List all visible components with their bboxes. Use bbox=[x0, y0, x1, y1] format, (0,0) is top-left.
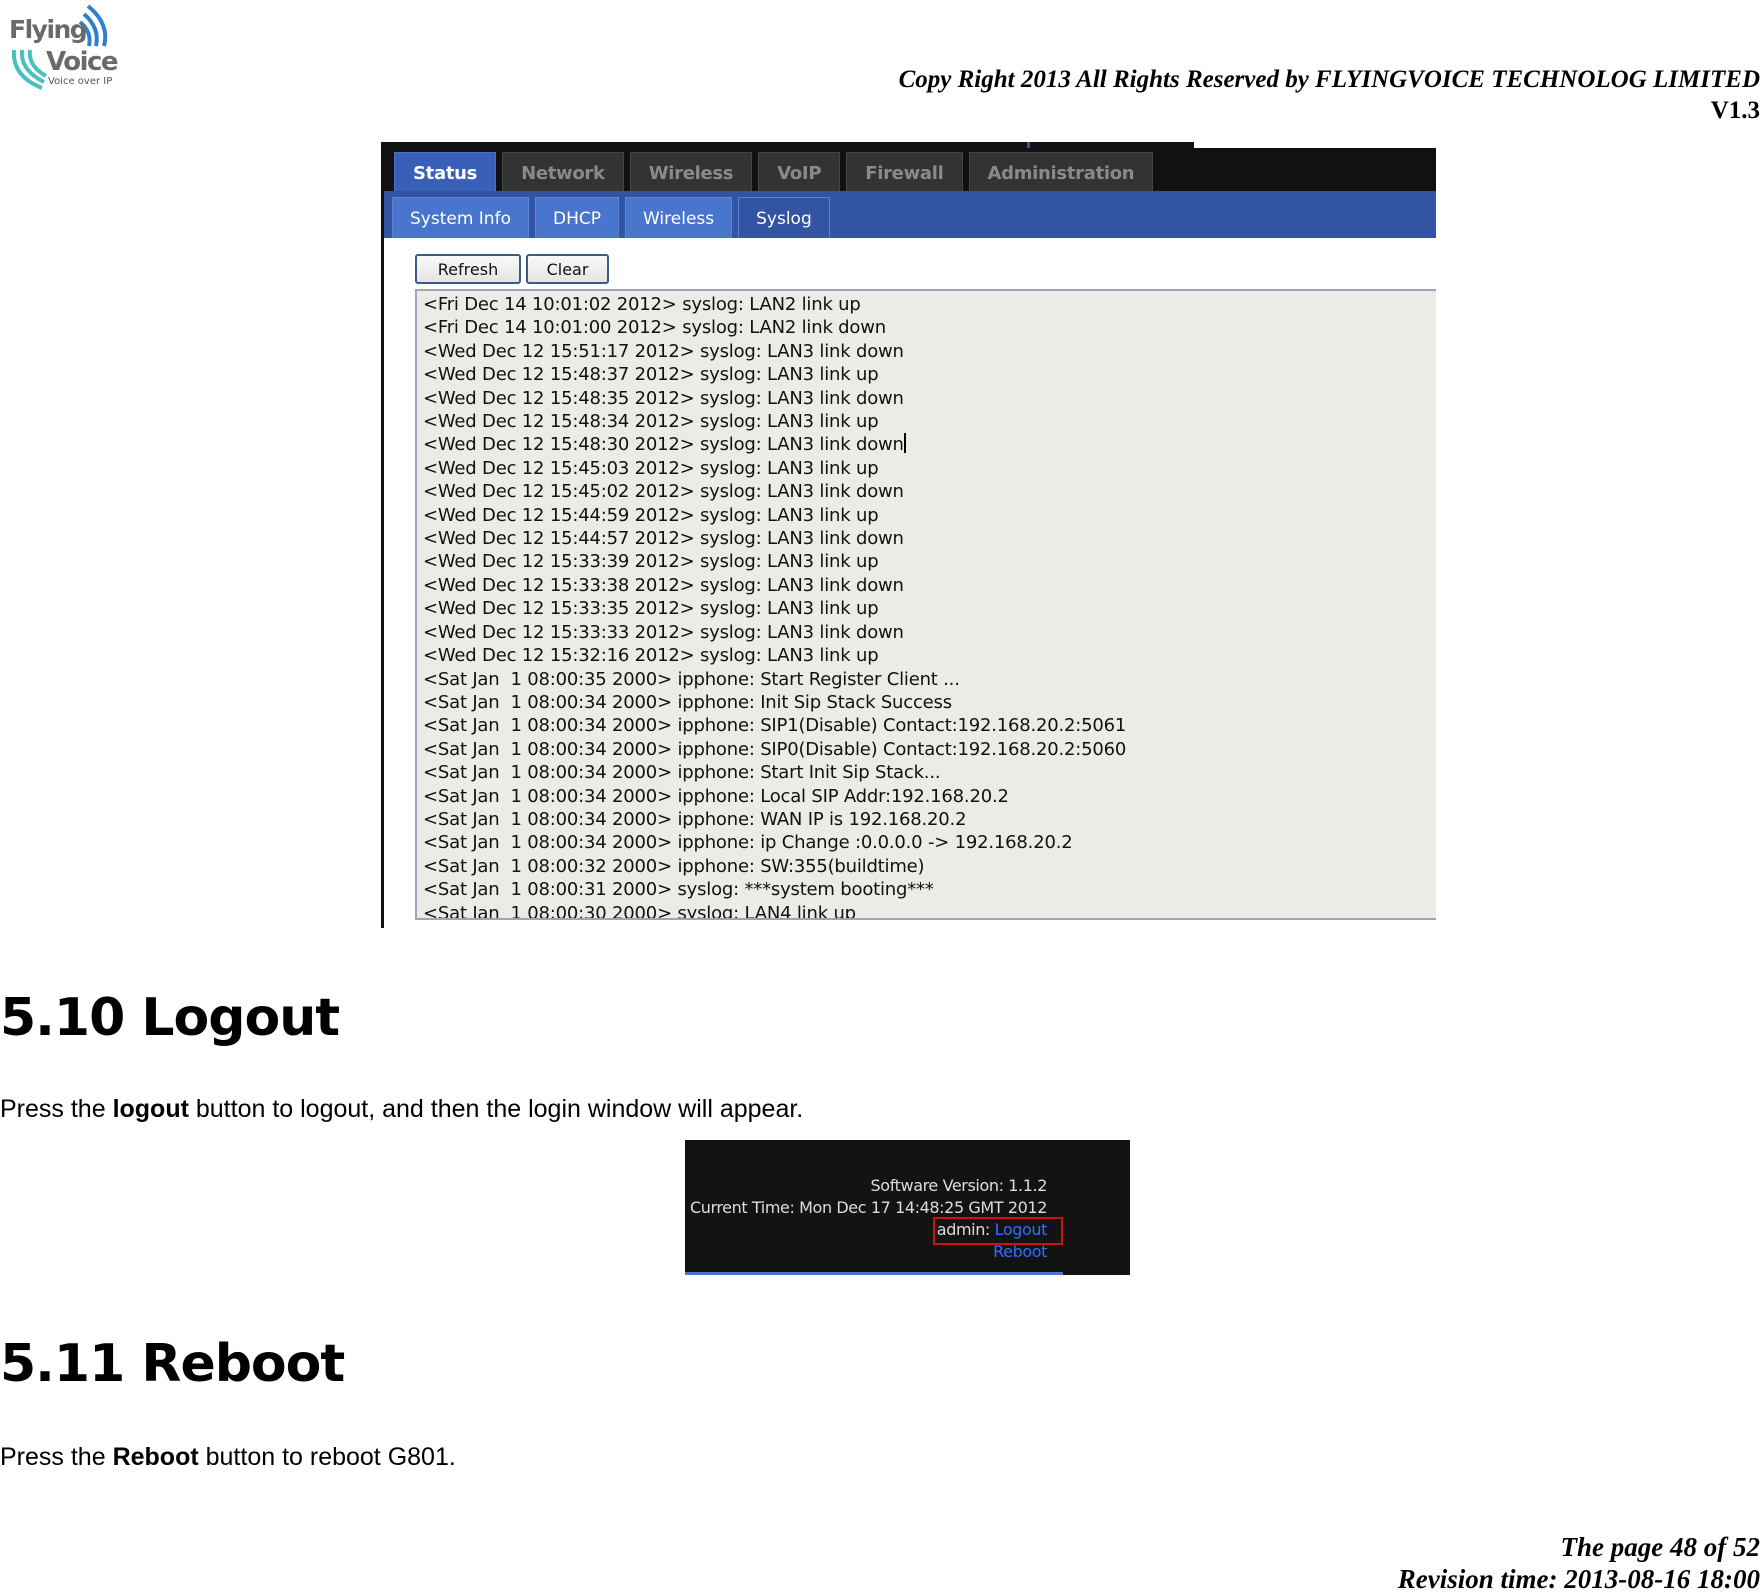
text: button to logout, and then the login win… bbox=[188, 1095, 804, 1123]
log-line: <Wed Dec 12 15:33:39 2012> syslog: LAN3 … bbox=[423, 551, 879, 573]
text: Press the bbox=[0, 1095, 113, 1123]
page-number: The page 48 of 52 bbox=[1560, 1532, 1760, 1562]
log-line: <Fri Dec 14 10:01:02 2012> syslog: LAN2 … bbox=[423, 294, 861, 315]
log-line: <Wed Dec 12 15:48:34 2012> syslog: LAN3 … bbox=[423, 411, 879, 433]
log-line: <Wed Dec 12 15:48:37 2012> syslog: LAN3 … bbox=[423, 364, 879, 386]
log-line: <Wed Dec 12 15:48:30 2012> syslog: LAN3 … bbox=[423, 433, 906, 456]
log-line: <Wed Dec 12 15:44:59 2012> syslog: LAN3 … bbox=[423, 504, 879, 526]
current-time: Current Time: Mon Dec 17 14:48:25 GMT 20… bbox=[689, 1198, 1047, 1217]
log-line: <Sat Jan 1 08:00:30 2000> syslog: LAN4 l… bbox=[423, 902, 856, 920]
tab-network[interactable]: Network bbox=[502, 152, 624, 191]
syslog-screenshot: Status Network Wireless VoIP Firewall Ad… bbox=[381, 142, 1436, 928]
tab-voip[interactable]: VoIP bbox=[758, 152, 841, 191]
flyingvoice-logo: Flying Voice Voice over IP bbox=[6, 2, 119, 90]
log-line: <Wed Dec 12 15:33:35 2012> syslog: LAN3 … bbox=[423, 598, 879, 620]
subtab-wireless[interactable]: Wireless bbox=[624, 197, 733, 238]
section-heading-logout: 5.10 Logout bbox=[0, 988, 340, 1048]
tab-status[interactable]: Status bbox=[394, 152, 497, 191]
subtab-dhcp[interactable]: DHCP bbox=[534, 197, 619, 238]
main-nav-bar: Status Network Wireless VoIP Firewall Ad… bbox=[384, 142, 1436, 191]
tab-wireless[interactable]: Wireless bbox=[629, 152, 753, 191]
document-version: V1.3 bbox=[1710, 97, 1760, 124]
revision-time: Revision time: 2013-08-16 18:00 bbox=[1397, 1564, 1760, 1594]
log-line: <Wed Dec 12 15:45:03 2012> syslog: LAN3 … bbox=[423, 457, 879, 479]
software-version: Software Version: 1.1.2 bbox=[870, 1176, 1048, 1195]
refresh-button[interactable]: Refresh bbox=[415, 254, 521, 284]
log-line: <Fri Dec 14 10:01:00 2012> syslog: LAN2 … bbox=[423, 317, 886, 339]
logout-screenshot: Software Version: 1.1.2 Current Time: Mo… bbox=[685, 1140, 1130, 1275]
svg-text:Voice: Voice bbox=[46, 47, 118, 77]
log-line: <Sat Jan 1 08:00:34 2000> ipphone: ip Ch… bbox=[423, 832, 1073, 854]
text-caret bbox=[903, 433, 906, 454]
svg-text:Voice over IP: Voice over IP bbox=[48, 76, 112, 87]
subtab-system-info[interactable]: System Info bbox=[392, 197, 529, 238]
text: Press the bbox=[0, 1443, 113, 1471]
log-line: <Wed Dec 12 15:44:57 2012> syslog: LAN3 … bbox=[423, 528, 904, 550]
bold-text: logout bbox=[112, 1095, 189, 1123]
log-line: <Sat Jan 1 08:00:34 2000> ipphone: Init … bbox=[423, 691, 952, 713]
tab-firewall[interactable]: Firewall bbox=[846, 152, 963, 191]
log-line: <Wed Dec 12 15:33:33 2012> syslog: LAN3 … bbox=[423, 621, 904, 643]
reboot-paragraph: Press the Reboot button to reboot G801. bbox=[0, 1443, 456, 1472]
log-line: <Wed Dec 12 15:33:38 2012> syslog: LAN3 … bbox=[423, 574, 904, 596]
copyright-header: Copy Right 2013 All Rights Reserved by F… bbox=[898, 66, 1760, 93]
log-line: <Wed Dec 12 15:32:16 2012> syslog: LAN3 … bbox=[423, 645, 879, 667]
clear-button[interactable]: Clear bbox=[526, 254, 609, 284]
section-heading-reboot: 5.11 Reboot bbox=[0, 1334, 345, 1394]
log-line: <Sat Jan 1 08:00:34 2000> ipphone: Start… bbox=[423, 762, 941, 784]
tab-administration[interactable]: Administration bbox=[968, 152, 1154, 191]
logout-paragraph: Press the logout button to logout, and t… bbox=[0, 1095, 803, 1124]
log-line: <Sat Jan 1 08:00:34 2000> ipphone: Local… bbox=[423, 785, 1009, 807]
log-line: <Sat Jan 1 08:00:32 2000> ipphone: SW:35… bbox=[423, 855, 925, 877]
log-line: <Wed Dec 12 15:48:35 2012> syslog: LAN3 … bbox=[423, 387, 904, 409]
highlight-box bbox=[933, 1217, 1063, 1245]
bold-text: Reboot bbox=[112, 1443, 199, 1471]
syslog-textarea[interactable]: <Fri Dec 14 10:01:02 2012> syslog: LAN2 … bbox=[415, 289, 1436, 920]
nav-bar-edge bbox=[685, 1272, 1063, 1275]
log-line: <Sat Jan 1 08:00:31 2000> syslog: ***sys… bbox=[423, 879, 934, 901]
log-line: <Wed Dec 12 15:45:02 2012> syslog: LAN3 … bbox=[423, 481, 904, 503]
log-line: <Sat Jan 1 08:00:34 2000> ipphone: SIP1(… bbox=[423, 715, 1127, 737]
log-line: <Sat Jan 1 08:00:34 2000> ipphone: WAN I… bbox=[423, 808, 967, 830]
log-line: <Sat Jan 1 08:00:34 2000> ipphone: SIP0(… bbox=[423, 738, 1127, 760]
subtab-syslog[interactable]: Syslog bbox=[738, 197, 830, 238]
svg-text:Flying: Flying bbox=[9, 15, 86, 44]
sub-nav-bar: System Info DHCP Wireless Syslog bbox=[384, 191, 1436, 238]
log-line: <Wed Dec 12 15:51:17 2012> syslog: LAN3 … bbox=[423, 340, 904, 362]
text: button to reboot G801. bbox=[198, 1443, 456, 1471]
log-line: <Sat Jan 1 08:00:35 2000> ipphone: Start… bbox=[423, 668, 960, 690]
